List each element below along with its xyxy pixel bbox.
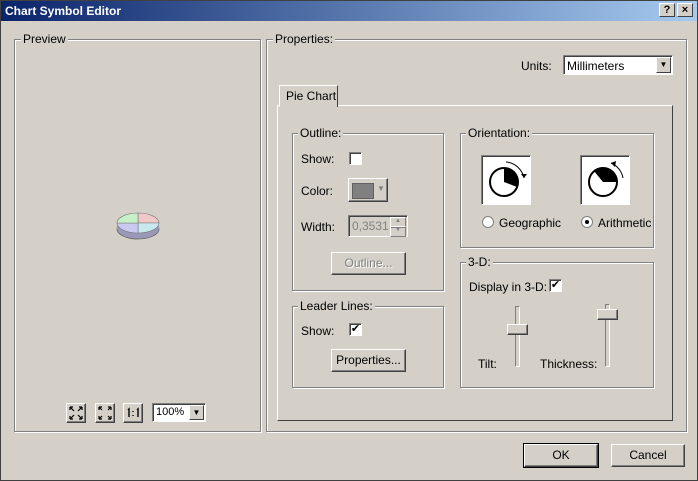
tab-pie-chart-label: Pie Chart (286, 89, 337, 103)
outline-color-swatch (352, 183, 374, 199)
display-3d-checkbox[interactable]: ✔ (549, 279, 562, 292)
arithmetic-pie-icon (588, 161, 624, 197)
geographic-label[interactable]: Geographic (499, 216, 561, 230)
zoom-dropdown-arrow-icon[interactable]: ▼ (189, 405, 204, 420)
arithmetic-preview[interactable] (580, 155, 630, 205)
outline-group-label: Outline: (298, 126, 344, 140)
tilt-slider-thumb[interactable] (507, 324, 528, 335)
ok-button[interactable]: OK (523, 443, 599, 468)
outline-color-button[interactable]: ▼ (348, 178, 388, 202)
properties-label: Properties: (273, 32, 336, 46)
units-dropdown-arrow-icon[interactable]: ▼ (656, 57, 671, 73)
geographic-preview[interactable] (481, 155, 531, 205)
units-label: Units: (521, 59, 552, 73)
fit-to-window-button[interactable] (66, 403, 86, 423)
outline-width-label: Width: (301, 220, 336, 234)
tab-pie-chart[interactable]: Pie Chart (279, 85, 338, 107)
arithmetic-radio[interactable] (581, 216, 593, 228)
leader-show-label: Show: (301, 324, 335, 338)
outline-show-checkbox[interactable] (349, 152, 362, 165)
zoom-extent-button[interactable] (95, 403, 115, 423)
actual-size-icon (127, 407, 139, 417)
spin-down-icon[interactable]: ▼ (390, 226, 406, 237)
thickness-slider-thumb[interactable] (597, 309, 618, 320)
units-value: Millimeters (567, 59, 625, 73)
three-d-group-label: 3-D: (466, 255, 493, 269)
close-button[interactable]: × (677, 3, 693, 17)
geographic-pie-icon (489, 161, 527, 197)
units-select[interactable]: Millimeters ▼ (563, 55, 673, 75)
outline-button[interactable]: Outline... (331, 252, 406, 275)
outline-width-spinner[interactable]: 0,3531 ▲ ▼ (348, 215, 408, 237)
tilt-slider-track[interactable] (515, 306, 520, 367)
thickness-label: Thickness: (540, 357, 598, 371)
title-bar[interactable]: Chart Symbol Editor ? × (1, 1, 697, 21)
display-3d-label: Display in 3-D: (469, 280, 548, 294)
zoom-fit-icon (69, 406, 83, 420)
zoom-value: 100% (156, 406, 185, 418)
pie-preview-icon (116, 212, 160, 240)
chart-symbol-editor-window: Chart Symbol Editor ? × Preview 100% ▼ P… (0, 0, 698, 481)
leader-lines-group (292, 306, 444, 388)
arithmetic-label[interactable]: Arithmetic (598, 216, 651, 230)
outline-show-label: Show: (301, 152, 335, 166)
orientation-group-label: Orientation: (466, 126, 533, 140)
outline-color-label: Color: (301, 184, 334, 198)
leader-properties-button[interactable]: Properties... (331, 349, 406, 372)
leader-show-checkbox[interactable]: ✔ (349, 323, 362, 336)
preview-label: Preview (21, 32, 68, 46)
zoom-combo[interactable]: 100% ▼ (152, 403, 206, 422)
actual-size-button[interactable] (123, 403, 143, 423)
color-dropdown-arrow-icon: ▼ (377, 184, 385, 193)
outline-width-value: 0,3531 (352, 219, 389, 233)
help-button[interactable]: ? (659, 3, 675, 17)
tilt-label: Tilt: (478, 357, 497, 371)
window-title: Chart Symbol Editor (5, 4, 122, 18)
zoom-extent-icon (98, 406, 112, 420)
cancel-button[interactable]: Cancel (611, 444, 685, 467)
geographic-radio[interactable] (482, 216, 494, 228)
leader-lines-group-label: Leader Lines: (298, 299, 375, 313)
